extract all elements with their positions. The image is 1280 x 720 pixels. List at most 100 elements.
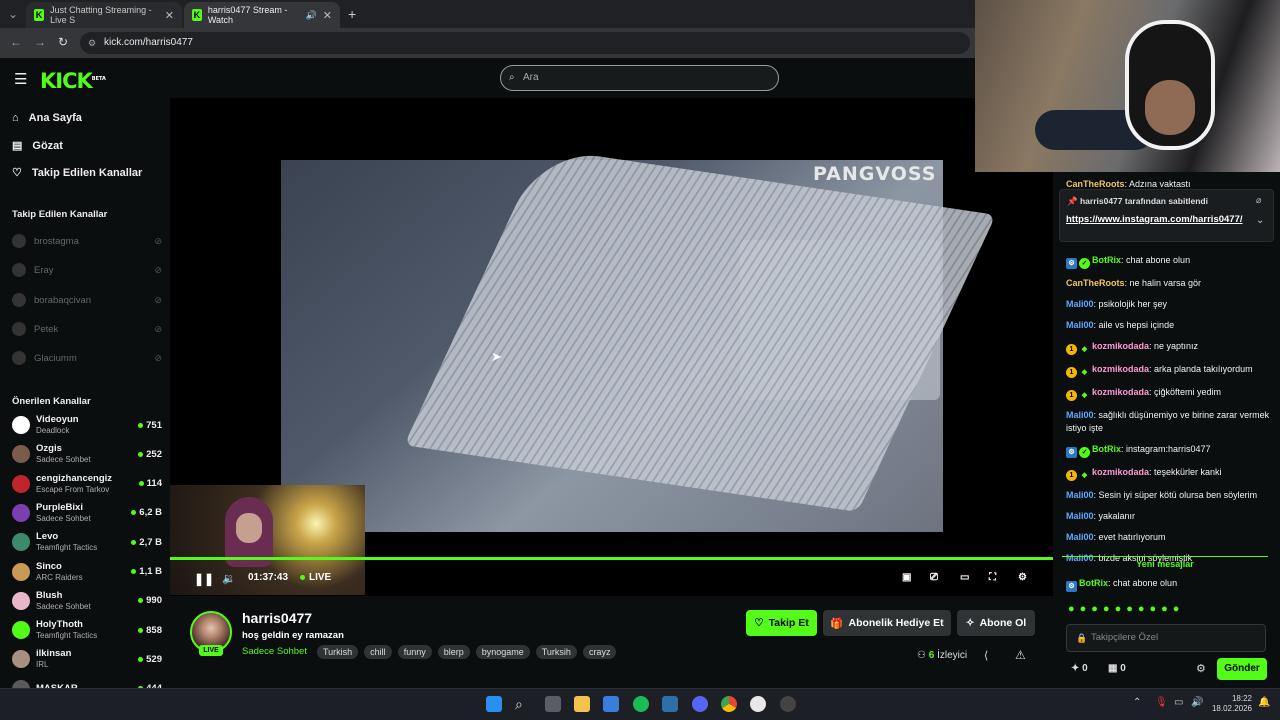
recommended-channel-category: Teamfight Tactics [36,631,98,641]
gift-subscription-button[interactable]: 🎁 Abonelik Hediye Et [823,610,951,636]
close-tab-icon[interactable]: ✕ [165,9,174,22]
recommended-channel-name: cengizhancengiz [36,472,113,484]
discord-icon[interactable] [692,696,708,712]
viewers-icon: ⚇ [917,650,926,661]
back-icon[interactable]: ← [10,35,22,49]
following-item[interactable]: Petek ⊘ [12,319,162,339]
avatar [12,591,30,610]
chat-input[interactable]: 🔒 Takipçilere Özel [1066,624,1266,652]
app-icon[interactable] [750,696,766,712]
chrome-icon[interactable] [721,696,737,712]
nav-following[interactable]: ♡ Takip Edilen Kanallar [12,166,142,180]
emote-bar[interactable]: ●●●●●●●●●● [1068,603,1184,615]
recommended-viewers: 1,1 B [131,566,162,577]
recommended-channel[interactable]: Blush Sadece Sohbet 990 [12,587,162,615]
subscribe-button[interactable]: ✧ Abone Ol [957,610,1035,636]
chevron-down-icon[interactable]: ⌄ [1256,215,1264,226]
nav-browse[interactable]: ▤ Gözat [12,139,63,153]
store-icon[interactable] [603,696,619,712]
spotify-icon[interactable] [633,696,649,712]
menu-icon[interactable]: ☰ [14,70,27,88]
task-view-icon[interactable] [545,696,561,712]
pause-icon[interactable]: ❚❚ [194,572,214,586]
search-icon[interactable]: ⌕ [515,696,531,712]
nav-home[interactable]: ⌂ Ana Sayfa [12,112,82,124]
recommended-channel[interactable]: Levo Teamfight Tactics 2,7 B [12,528,162,556]
notification-icon[interactable]: 🔔 [1258,697,1270,708]
follow-button[interactable]: ♡ Takip Et [746,610,817,636]
following-item[interactable]: brostagma ⊘ [12,231,162,251]
new-tab-icon[interactable]: + [348,6,356,22]
microphone-icon[interactable]: 🎙 [1155,697,1168,708]
theater-mode-icon[interactable]: ▭ [960,572,969,583]
volume-icon[interactable]: 🔊 [1191,697,1203,708]
new-messages-divider[interactable]: Yeni mesajlar [1062,556,1268,570]
share-icon[interactable]: ⟨ [984,649,988,662]
browser-tab-2[interactable]: K harris0477 Stream - Watch 🔊 ✕ [184,2,340,28]
volume-icon[interactable]: 🔉 [222,572,236,585]
search-input[interactable]: ⌕ Ara [500,65,779,91]
webcam-face [236,513,262,543]
chat-message-clipped: CanTheRoots: Adzına vaktastı [1066,179,1191,188]
live-badge: LIVE [199,645,223,656]
unpin-icon[interactable]: ⌀ [1256,195,1261,206]
browser-tab-1[interactable]: K Just Chatting Streaming - Live S ✕ [26,2,182,28]
close-tab-icon[interactable]: ✕ [323,9,332,22]
following-item[interactable]: borabaqcivan ⊘ [12,290,162,310]
recommended-channel[interactable]: HolyThoth Teamfight Tactics 858 [12,616,162,644]
send-button[interactable]: Gönder [1217,658,1267,680]
settings-gear-icon[interactable]: ⚙ [1018,572,1027,583]
recommended-channel[interactable]: Sinco ARC Raiders 1,1 B [12,558,162,586]
forward-icon[interactable]: → [34,35,46,49]
avatar [12,621,30,640]
kick-logo[interactable]: KICKBETA [40,69,106,93]
viewer-label: İzleyici [937,650,968,661]
live-indicator[interactable]: LIVE [300,572,331,583]
recommended-channel[interactable]: PurpleBixi Sadece Sohbet 6,2 B [12,499,162,527]
stream-tag[interactable]: bynogame [475,645,530,659]
gifts-counter[interactable]: ▦ 0 [1108,663,1126,674]
progress-bar[interactable] [170,557,1053,560]
stream-tag[interactable]: Turksih [535,645,577,659]
points-counter[interactable]: ✦ 0 [1071,663,1088,674]
recommended-channel[interactable]: Videoyun Deadlock 751 [12,411,162,439]
recommended-channel[interactable]: cengizhancengiz Escape From Tarkov 114 [12,470,162,498]
chat-message: 1 ◆ kozmikodada: çiğköftemi yedim [1066,386,1271,401]
speaker-icon[interactable]: 🔊 [306,10,317,21]
url-field[interactable]: ⚙ kick.com/harris0477 [80,32,970,54]
clip-icon[interactable]: ⎚ [930,572,938,583]
file-explorer-icon[interactable] [574,696,590,712]
chat-message: 1 ◆ kozmikodada: arka planda takılıyordum [1066,363,1271,378]
stream-category[interactable]: Sadece Sohbet [242,646,307,657]
recommended-channel[interactable]: Ozgis Sadece Sohbet 252 [12,440,162,468]
gem-badge-icon: ◆ [1081,369,1088,376]
site-info-icon[interactable]: ⚙ [88,32,96,54]
fullscreen-icon[interactable]: ⛶ [989,572,996,583]
verified-badge-icon: ✓ [1079,258,1090,269]
pinned-link[interactable]: https://www.instagram.com/harris0477/ [1066,213,1250,226]
following-item[interactable]: Eray ⊘ [12,260,162,280]
recommended-channel[interactable]: ilkinsan IRL 529 [12,645,162,673]
stream-tag[interactable]: chill [364,645,392,659]
network-icon[interactable]: ▭ [1174,697,1183,708]
tab-list-icon[interactable]: ⌄ [8,7,18,21]
browser-tab-title: harris0477 Stream - Watch [207,5,288,25]
start-icon[interactable] [486,696,502,712]
stream-tag[interactable]: crayz [582,645,617,659]
channel-name[interactable]: harris0477 [242,610,312,626]
system-clock[interactable]: 18:22 18.02.2026 [1208,694,1252,714]
stream-tag[interactable]: funny [397,645,432,659]
report-icon[interactable]: ⚠ [1015,648,1026,662]
chat-settings-icon[interactable]: ⚙ [1196,662,1206,675]
app-icon[interactable] [780,696,796,712]
chat-message: Mali00: aile vs hepsi içinde [1066,320,1175,330]
following-item[interactable]: Glaciumm ⊘ [12,348,162,368]
miniplayer-icon[interactable]: ▣ [902,572,911,583]
offline-icon: ⊘ [154,235,162,246]
avatar [12,351,26,365]
reload-icon[interactable]: ↻ [58,35,68,49]
stream-tag[interactable]: blerp [437,645,470,659]
app-icon[interactable] [662,696,678,712]
stream-tag[interactable]: Turkish [317,645,359,659]
tray-chevron-icon[interactable]: ⌃ [1133,697,1141,708]
